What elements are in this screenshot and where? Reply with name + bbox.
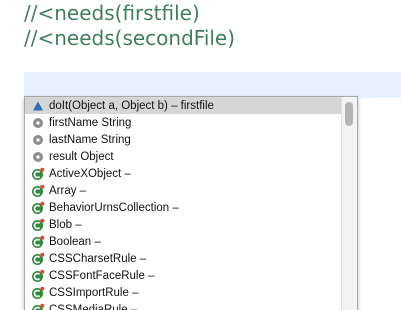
completion-item-label: Boolean – — [49, 235, 101, 248]
completion-item-label: Array – — [49, 184, 87, 197]
completion-scrollbar[interactable] — [341, 97, 357, 310]
field-circle-icon — [31, 150, 45, 164]
class-c-icon — [31, 303, 45, 310]
completion-item-label: result Object — [49, 150, 114, 163]
completion-item-label: CSSCharsetRule – — [49, 252, 147, 265]
completion-item-label: Blob – — [49, 218, 82, 231]
field-circle-icon — [31, 116, 45, 130]
current-line-highlight[interactable] — [24, 72, 401, 98]
code-editor[interactable]: //<needs(firstfile) //<needs(secondFile)… — [0, 0, 401, 310]
class-c-icon — [31, 252, 45, 266]
completion-list: doIt(Object a, Object b) – firstfile firs… — [25, 97, 341, 310]
completion-item[interactable]: ActiveXObject – — [25, 165, 341, 182]
completion-item[interactable]: lastName String — [25, 131, 341, 148]
class-c-icon — [31, 167, 45, 181]
completion-item-label: ActiveXObject – — [49, 167, 131, 180]
completion-item[interactable]: firstName String — [25, 114, 341, 131]
completion-item-label: CSSMediaRule – — [49, 303, 138, 310]
autocomplete-popup: doIt(Object a, Object b) – firstfile firs… — [24, 96, 358, 310]
code-line-2[interactable]: //<needs(secondFile) — [24, 26, 235, 50]
completion-item[interactable]: doIt(Object a, Object b) – firstfile — [25, 97, 341, 114]
class-c-icon — [31, 218, 45, 232]
completion-item[interactable]: CSSFontFaceRule – — [25, 267, 341, 284]
completion-item-label: BehaviorUrnsCollection – — [49, 201, 179, 214]
field-circle-icon — [31, 133, 45, 147]
completion-item-label: lastName String — [49, 133, 131, 146]
completion-item-label: CSSFontFaceRule – — [49, 269, 155, 282]
code-line-1[interactable]: //<needs(firstfile) — [24, 1, 200, 25]
class-c-icon — [31, 286, 45, 300]
scrollbar-thumb[interactable] — [345, 102, 353, 126]
class-c-icon — [31, 235, 45, 249]
class-c-icon — [31, 201, 45, 215]
completion-item[interactable]: CSSImportRule – — [25, 284, 341, 301]
completion-item[interactable]: CSSMediaRule – — [25, 301, 341, 310]
completion-item[interactable]: CSSCharsetRule – — [25, 250, 341, 267]
completion-item[interactable]: Blob – — [25, 216, 341, 233]
completion-item[interactable]: Array – — [25, 182, 341, 199]
completion-item-label: CSSImportRule – — [49, 286, 139, 299]
completion-item[interactable]: result Object — [25, 148, 341, 165]
method-triangle-icon — [31, 99, 45, 113]
completion-item-label: doIt(Object a, Object b) – firstfile — [49, 99, 214, 112]
completion-item-label: firstName String — [49, 116, 132, 129]
class-c-icon — [31, 269, 45, 283]
completion-item[interactable]: BehaviorUrnsCollection – — [25, 199, 341, 216]
class-c-icon — [31, 184, 45, 198]
completion-item[interactable]: Boolean – — [25, 233, 341, 250]
